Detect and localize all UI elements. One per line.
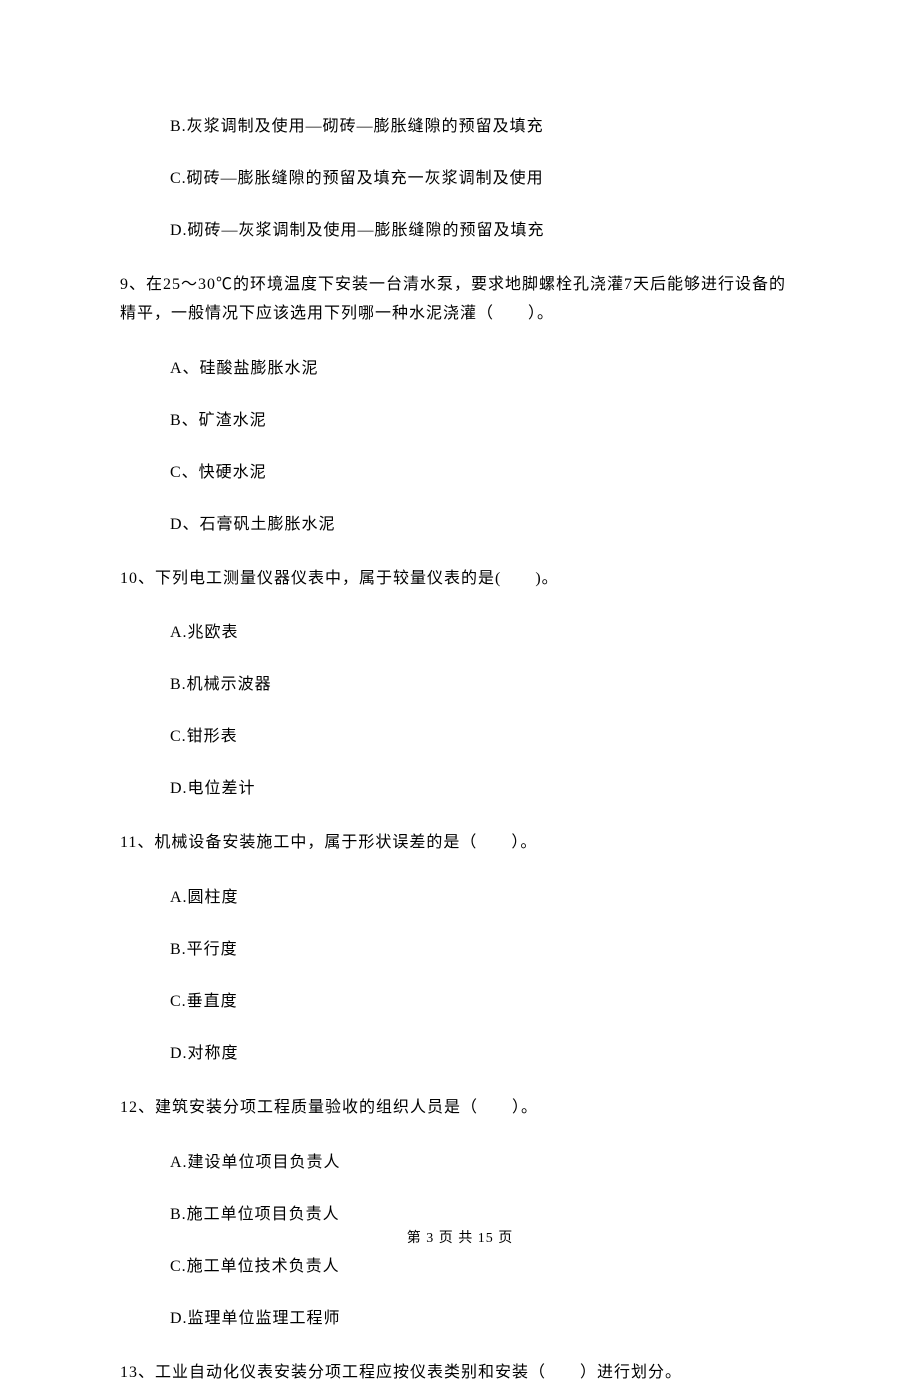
q11-option-a: A.圆柱度	[170, 886, 800, 910]
orphan-options: B.灰浆调制及使用—砌砖—膨胀缝隙的预留及填充 C.砌砖—膨胀缝隙的预留及填充一…	[120, 115, 800, 243]
q12-option-b: B.施工单位项目负责人	[170, 1203, 800, 1227]
option-c: C.砌砖—膨胀缝隙的预留及填充一灰浆调制及使用	[170, 167, 800, 191]
q10-option-a: A.兆欧表	[170, 621, 800, 645]
question-9: 9、在25～30℃的环境温度下安装一台清水泵，要求地脚螺栓孔浇灌7天后能够进行设…	[120, 271, 800, 329]
question-13: 13、工业自动化仪表安装分项工程应按仪表类别和安装（ ）进行划分。	[120, 1359, 800, 1388]
option-d: D.砌砖—灰浆调制及使用—膨胀缝隙的预留及填充	[170, 219, 800, 243]
q12-option-d: D.监理单位监理工程师	[170, 1307, 800, 1331]
q11-option-b: B.平行度	[170, 938, 800, 962]
page-footer: 第 3 页 共 15 页	[0, 1228, 920, 1249]
q9-option-b: B、矿渣水泥	[170, 409, 800, 433]
question-11: 11、机械设备安装施工中，属于形状误差的是（ ）。	[120, 829, 800, 858]
q10-option-b: B.机械示波器	[170, 673, 800, 697]
question-9-options: A、硅酸盐膨胀水泥 B、矿渣水泥 C、快硬水泥 D、石膏矾土膨胀水泥	[120, 357, 800, 537]
option-b: B.灰浆调制及使用—砌砖—膨胀缝隙的预留及填充	[170, 115, 800, 139]
q11-option-c: C.垂直度	[170, 990, 800, 1014]
question-10-options: A.兆欧表 B.机械示波器 C.钳形表 D.电位差计	[120, 621, 800, 801]
q9-option-d: D、石膏矾土膨胀水泥	[170, 513, 800, 537]
q12-option-a: A.建设单位项目负责人	[170, 1151, 800, 1175]
question-11-options: A.圆柱度 B.平行度 C.垂直度 D.对称度	[120, 886, 800, 1066]
question-12: 12、建筑安装分项工程质量验收的组织人员是（ ）。	[120, 1094, 800, 1123]
question-10: 10、下列电工测量仪器仪表中，属于较量仪表的是( )。	[120, 565, 800, 594]
q11-option-d: D.对称度	[170, 1042, 800, 1066]
q9-option-c: C、快硬水泥	[170, 461, 800, 485]
q10-option-c: C.钳形表	[170, 725, 800, 749]
q12-option-c: C.施工单位技术负责人	[170, 1255, 800, 1279]
q9-option-a: A、硅酸盐膨胀水泥	[170, 357, 800, 381]
q10-option-d: D.电位差计	[170, 777, 800, 801]
